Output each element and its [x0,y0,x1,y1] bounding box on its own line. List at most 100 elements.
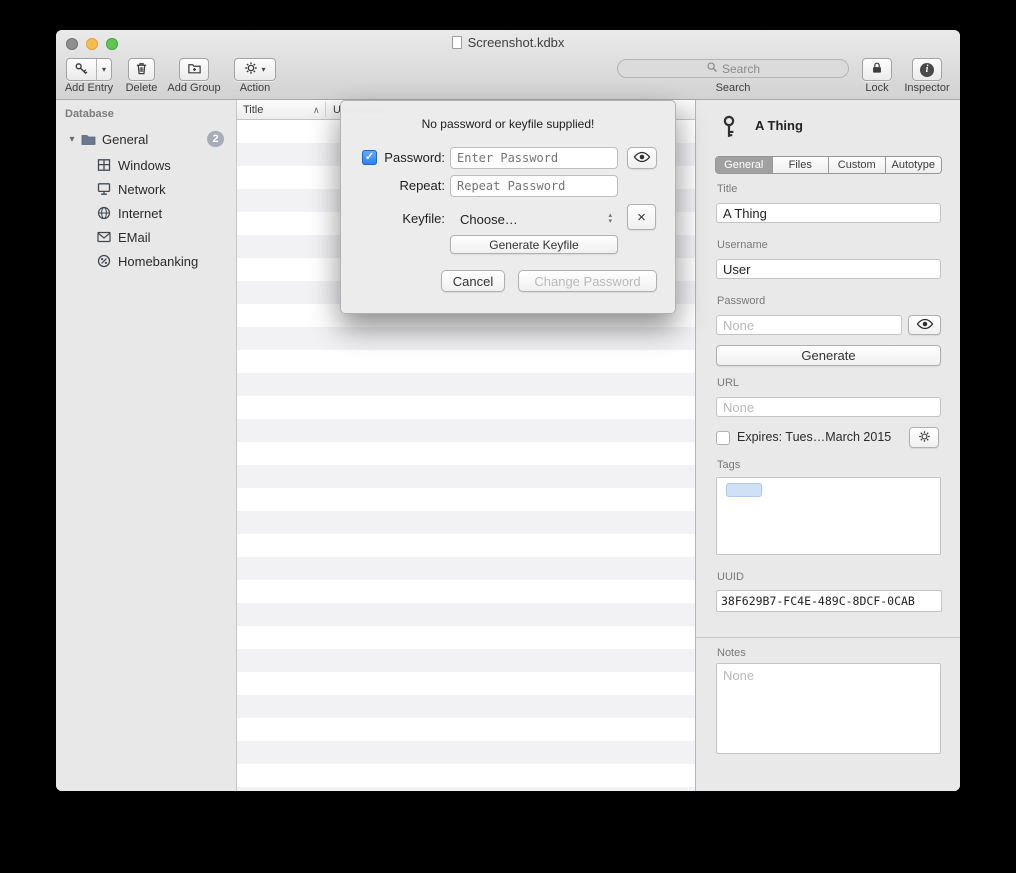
cancel-button[interactable]: Cancel [441,270,505,292]
tags-label: Tags [717,459,740,471]
keyfile-selected-value: Choose… [450,212,608,227]
sidebar: Database ▾ General 2 Windows [56,100,237,791]
sidebar-item-label: Internet [118,206,162,221]
add-entry-button[interactable]: ▾ [66,58,112,81]
show-password-button[interactable] [908,315,941,335]
eye-icon [916,318,934,333]
change-password-dialog: No password or keyfile supplied! ✓ Passw… [340,100,676,314]
inspector-panel: A Thing General Files Custom Autotype Ti… [695,100,960,791]
search-icon [706,61,718,76]
add-entry-label: Add Entry [58,82,120,94]
stepper-icon: ▴▾ [608,213,618,225]
eye-icon [633,151,651,166]
search-placeholder: Search [722,62,760,76]
tab-general[interactable]: General [716,157,772,173]
generate-keyfile-button[interactable]: Generate Keyfile [450,235,618,254]
sort-ascending-icon: ∧ [313,100,320,120]
tab-custom[interactable]: Custom [828,157,885,173]
sidebar-item-label: EMail [118,230,151,245]
url-field[interactable] [716,397,941,417]
expires-label: Expires: Tues…March 2015 [737,430,891,444]
inspector-tabs: General Files Custom Autotype [715,156,942,174]
password-field[interactable] [716,315,902,335]
trash-icon [134,61,149,79]
change-password-button[interactable]: Change Password [518,270,657,292]
padlock-icon [870,61,884,78]
search-label: Search [617,82,849,94]
dialog-repeat-label: Repeat: [341,178,445,193]
delete-label: Delete [116,82,167,94]
notes-label: Notes [717,647,746,659]
action-button[interactable]: ▾ [234,58,276,81]
uuid-label: UUID [717,571,744,583]
password-label: Password [717,295,765,307]
sidebar-group-label: General [102,132,148,147]
key-icon [718,115,740,142]
globe-icon [96,205,113,222]
dialog-message: No password or keyfile supplied! [341,117,675,131]
sidebar-item-label: Windows [118,158,171,173]
inspector-divider [696,637,960,638]
info-icon: i [920,63,934,77]
sidebar-group-general[interactable]: ▾ General 2 [56,127,236,151]
coin-percent-icon [96,253,113,270]
keyfile-dropdown[interactable]: Choose… ▴▾ [450,207,618,231]
tab-files[interactable]: Files [772,157,829,173]
title-label: Title [717,183,737,195]
windows-icon [96,157,113,174]
inspector-label: Inspector [882,82,960,94]
gear-icon [244,61,258,78]
chevron-down-icon: ▾ [102,66,106,74]
dialog-keyfile-label: Keyfile: [341,211,445,226]
disclosure-triangle-icon[interactable]: ▾ [64,134,80,145]
expires-checkbox[interactable] [716,431,730,445]
expires-settings-button[interactable] [909,427,939,448]
gear-icon [918,430,931,446]
delete-button[interactable] [128,58,155,81]
dialog-repeat-input[interactable] [450,175,618,197]
sidebar-item-windows[interactable]: Windows [56,153,236,177]
dialog-password-label: Password: [341,150,445,165]
sidebar-section-header: Database [65,108,114,120]
search-input[interactable]: Search [617,59,849,78]
column-divider[interactable] [325,102,326,117]
window-header: Screenshot.kdbx ▾ Add Entry Delete [56,30,960,100]
folder-icon [80,131,97,148]
lock-button[interactable] [862,58,892,81]
dialog-password-input[interactable] [450,147,618,169]
dialog-show-password-button[interactable] [627,147,657,169]
add-group-label: Add Group [162,82,226,94]
tab-autotype[interactable]: Autotype [885,157,942,173]
key-plus-icon [67,59,96,80]
inspector-button[interactable]: i [912,58,942,81]
tag-chip[interactable] [726,483,762,497]
monitor-icon [96,181,113,198]
screen: Screenshot.kdbx ▾ Add Entry Delete [0,0,1016,873]
chevron-down-icon: ▾ [261,66,265,74]
document-icon [452,36,462,49]
action-label: Action [234,82,276,94]
sidebar-item-network[interactable]: Network [56,177,236,201]
notes-field[interactable] [716,663,941,754]
column-header-title[interactable]: Title [243,100,263,120]
sidebar-item-email[interactable]: EMail [56,225,236,249]
tags-field[interactable] [716,477,941,555]
url-label: URL [717,377,739,389]
window-title: Screenshot.kdbx [56,35,960,50]
generate-password-button[interactable]: Generate [716,345,941,366]
close-icon: × [637,209,646,226]
folder-plus-icon [187,61,202,79]
add-entry-dropdown[interactable]: ▾ [96,59,111,80]
username-field[interactable] [716,259,941,279]
sidebar-item-label: Homebanking [118,254,198,269]
sidebar-item-homebanking[interactable]: Homebanking [56,249,236,273]
app-window: Screenshot.kdbx ▾ Add Entry Delete [56,30,960,791]
sidebar-item-internet[interactable]: Internet [56,201,236,225]
title-field[interactable] [716,203,941,223]
add-group-button[interactable] [179,58,209,81]
clear-keyfile-button[interactable]: × [627,204,656,230]
uuid-field[interactable] [716,590,942,612]
username-label: Username [717,239,768,251]
entry-title: A Thing [755,118,803,133]
envelope-icon [96,229,113,246]
